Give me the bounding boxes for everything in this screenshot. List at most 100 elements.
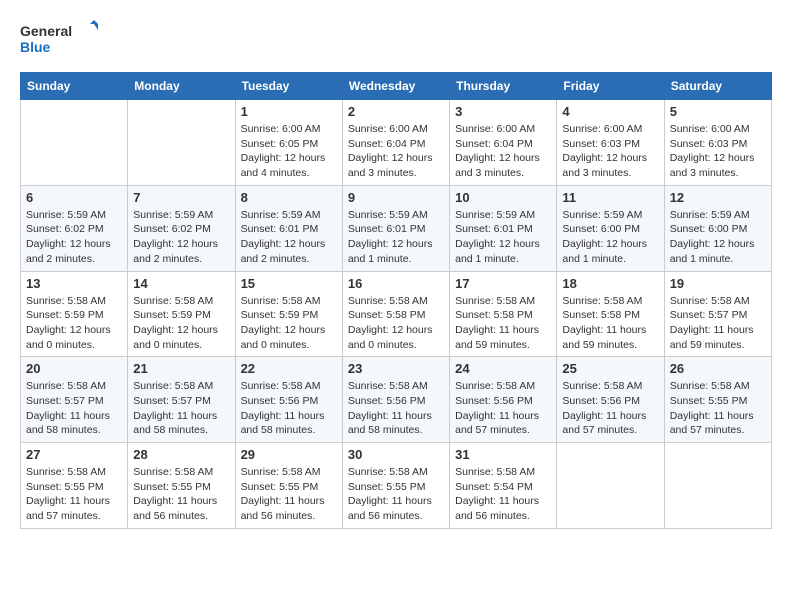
day-info: Sunrise: 5:59 AM Sunset: 6:02 PM Dayligh… [133,208,229,267]
day-number: 18 [562,276,658,291]
day-info: Sunrise: 5:59 AM Sunset: 6:01 PM Dayligh… [455,208,551,267]
day-number: 9 [348,190,444,205]
calendar-cell: 7 Sunrise: 5:59 AM Sunset: 6:02 PM Dayli… [128,185,235,271]
day-number: 31 [455,447,551,462]
day-number: 12 [670,190,766,205]
day-number: 4 [562,104,658,119]
weekday-header-friday: Friday [557,73,664,100]
day-number: 28 [133,447,229,462]
logo: General Blue [20,20,100,56]
day-info: Sunrise: 6:00 AM Sunset: 6:05 PM Dayligh… [241,122,337,181]
day-number: 1 [241,104,337,119]
day-number: 19 [670,276,766,291]
day-info: Sunrise: 5:58 AM Sunset: 5:56 PM Dayligh… [562,379,658,438]
day-info: Sunrise: 5:58 AM Sunset: 5:58 PM Dayligh… [562,294,658,353]
calendar-cell: 17 Sunrise: 5:58 AM Sunset: 5:58 PM Dayl… [450,271,557,357]
day-number: 15 [241,276,337,291]
svg-text:General: General [20,23,72,39]
weekday-header-saturday: Saturday [664,73,771,100]
calendar-cell: 15 Sunrise: 5:58 AM Sunset: 5:59 PM Dayl… [235,271,342,357]
calendar-cell: 30 Sunrise: 5:58 AM Sunset: 5:55 PM Dayl… [342,443,449,529]
calendar-table: SundayMondayTuesdayWednesdayThursdayFrid… [20,72,772,529]
day-info: Sunrise: 5:59 AM Sunset: 6:02 PM Dayligh… [26,208,122,267]
day-number: 30 [348,447,444,462]
day-number: 26 [670,361,766,376]
calendar-cell: 25 Sunrise: 5:58 AM Sunset: 5:56 PM Dayl… [557,357,664,443]
calendar-cell [557,443,664,529]
day-info: Sunrise: 5:58 AM Sunset: 5:57 PM Dayligh… [133,379,229,438]
day-number: 14 [133,276,229,291]
weekday-header-sunday: Sunday [21,73,128,100]
day-number: 6 [26,190,122,205]
day-number: 3 [455,104,551,119]
calendar-cell: 21 Sunrise: 5:58 AM Sunset: 5:57 PM Dayl… [128,357,235,443]
calendar-cell: 13 Sunrise: 5:58 AM Sunset: 5:59 PM Dayl… [21,271,128,357]
calendar-cell: 11 Sunrise: 5:59 AM Sunset: 6:00 PM Dayl… [557,185,664,271]
day-info: Sunrise: 5:58 AM Sunset: 5:58 PM Dayligh… [348,294,444,353]
calendar-cell: 18 Sunrise: 5:58 AM Sunset: 5:58 PM Dayl… [557,271,664,357]
day-info: Sunrise: 5:58 AM Sunset: 5:56 PM Dayligh… [455,379,551,438]
day-number: 27 [26,447,122,462]
calendar-cell [21,100,128,186]
day-info: Sunrise: 5:58 AM Sunset: 5:59 PM Dayligh… [26,294,122,353]
day-info: Sunrise: 5:59 AM Sunset: 6:01 PM Dayligh… [348,208,444,267]
calendar-cell: 4 Sunrise: 6:00 AM Sunset: 6:03 PM Dayli… [557,100,664,186]
day-number: 23 [348,361,444,376]
day-info: Sunrise: 5:58 AM Sunset: 5:59 PM Dayligh… [133,294,229,353]
day-number: 25 [562,361,658,376]
day-info: Sunrise: 5:59 AM Sunset: 6:00 PM Dayligh… [670,208,766,267]
day-number: 10 [455,190,551,205]
day-number: 8 [241,190,337,205]
logo-icon: General Blue [20,20,100,56]
day-info: Sunrise: 5:58 AM Sunset: 5:59 PM Dayligh… [241,294,337,353]
calendar-cell: 6 Sunrise: 5:59 AM Sunset: 6:02 PM Dayli… [21,185,128,271]
weekday-header-wednesday: Wednesday [342,73,449,100]
day-number: 7 [133,190,229,205]
day-number: 22 [241,361,337,376]
calendar-cell: 23 Sunrise: 5:58 AM Sunset: 5:56 PM Dayl… [342,357,449,443]
weekday-header-thursday: Thursday [450,73,557,100]
day-info: Sunrise: 6:00 AM Sunset: 6:04 PM Dayligh… [348,122,444,181]
day-info: Sunrise: 5:58 AM Sunset: 5:55 PM Dayligh… [26,465,122,524]
day-info: Sunrise: 5:58 AM Sunset: 5:55 PM Dayligh… [133,465,229,524]
day-number: 24 [455,361,551,376]
day-number: 17 [455,276,551,291]
calendar-header: SundayMondayTuesdayWednesdayThursdayFrid… [21,73,772,100]
page-header: General Blue [20,20,772,56]
calendar-cell: 31 Sunrise: 5:58 AM Sunset: 5:54 PM Dayl… [450,443,557,529]
day-number: 29 [241,447,337,462]
svg-text:Blue: Blue [20,39,51,55]
day-info: Sunrise: 5:59 AM Sunset: 6:01 PM Dayligh… [241,208,337,267]
day-number: 5 [670,104,766,119]
calendar-cell: 9 Sunrise: 5:59 AM Sunset: 6:01 PM Dayli… [342,185,449,271]
calendar-cell [128,100,235,186]
day-info: Sunrise: 5:58 AM Sunset: 5:58 PM Dayligh… [455,294,551,353]
calendar-cell: 24 Sunrise: 5:58 AM Sunset: 5:56 PM Dayl… [450,357,557,443]
day-info: Sunrise: 5:58 AM Sunset: 5:55 PM Dayligh… [241,465,337,524]
calendar-cell: 20 Sunrise: 5:58 AM Sunset: 5:57 PM Dayl… [21,357,128,443]
calendar-cell: 14 Sunrise: 5:58 AM Sunset: 5:59 PM Dayl… [128,271,235,357]
calendar-cell: 12 Sunrise: 5:59 AM Sunset: 6:00 PM Dayl… [664,185,771,271]
day-number: 16 [348,276,444,291]
calendar-cell: 26 Sunrise: 5:58 AM Sunset: 5:55 PM Dayl… [664,357,771,443]
day-info: Sunrise: 5:59 AM Sunset: 6:00 PM Dayligh… [562,208,658,267]
day-info: Sunrise: 6:00 AM Sunset: 6:04 PM Dayligh… [455,122,551,181]
calendar-cell [664,443,771,529]
day-info: Sunrise: 5:58 AM Sunset: 5:57 PM Dayligh… [670,294,766,353]
day-number: 20 [26,361,122,376]
calendar-cell: 3 Sunrise: 6:00 AM Sunset: 6:04 PM Dayli… [450,100,557,186]
day-number: 13 [26,276,122,291]
day-info: Sunrise: 6:00 AM Sunset: 6:03 PM Dayligh… [562,122,658,181]
day-info: Sunrise: 5:58 AM Sunset: 5:55 PM Dayligh… [348,465,444,524]
calendar-cell: 1 Sunrise: 6:00 AM Sunset: 6:05 PM Dayli… [235,100,342,186]
calendar-cell: 19 Sunrise: 5:58 AM Sunset: 5:57 PM Dayl… [664,271,771,357]
day-info: Sunrise: 5:58 AM Sunset: 5:54 PM Dayligh… [455,465,551,524]
calendar-cell: 2 Sunrise: 6:00 AM Sunset: 6:04 PM Dayli… [342,100,449,186]
day-info: Sunrise: 5:58 AM Sunset: 5:56 PM Dayligh… [348,379,444,438]
weekday-header-tuesday: Tuesday [235,73,342,100]
weekday-header-monday: Monday [128,73,235,100]
calendar-cell: 28 Sunrise: 5:58 AM Sunset: 5:55 PM Dayl… [128,443,235,529]
calendar-cell: 29 Sunrise: 5:58 AM Sunset: 5:55 PM Dayl… [235,443,342,529]
calendar-cell: 8 Sunrise: 5:59 AM Sunset: 6:01 PM Dayli… [235,185,342,271]
calendar-cell: 16 Sunrise: 5:58 AM Sunset: 5:58 PM Dayl… [342,271,449,357]
